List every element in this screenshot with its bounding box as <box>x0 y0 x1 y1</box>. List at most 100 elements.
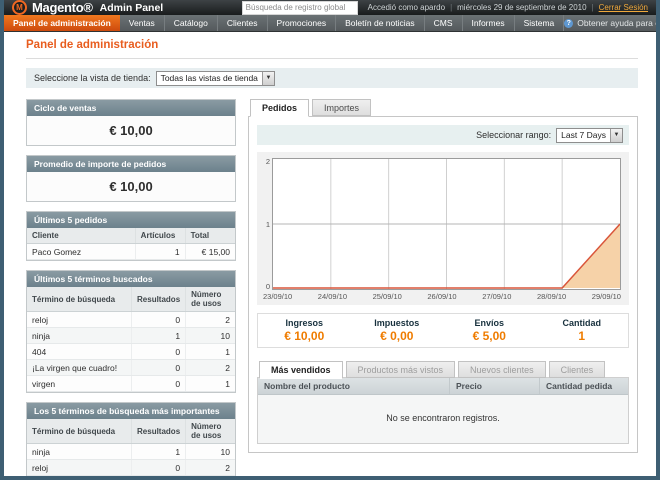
header-date: miércoles 29 de septiembre de 2010 <box>457 3 586 12</box>
tab-productos-mas-vistos[interactable]: Productos más vistos <box>346 361 456 378</box>
box-title: Ciclo de ventas <box>27 100 235 116</box>
total-label: Cantidad <box>536 318 629 328</box>
nav-sales[interactable]: Ventas <box>120 15 165 31</box>
store-view-value: Todas las vistas de tienda <box>157 73 262 83</box>
chart-x-axis: 23/09/1024/09/1025/09/1026/09/1027/09/10… <box>263 290 621 301</box>
nav-dashboard[interactable]: Panel de administración <box>4 15 120 31</box>
col-header: Cliente <box>27 228 135 244</box>
separator: | <box>450 3 452 12</box>
chevron-down-icon: ▼ <box>610 129 622 142</box>
cell-uses: 10 <box>186 444 235 460</box>
cell-results: 0 <box>132 360 186 376</box>
table-row[interactable]: virgen 0 1 <box>27 376 235 392</box>
cell-term: 404 <box>27 344 132 360</box>
logged-in-as: Accedió como apardo <box>368 3 445 12</box>
col-header: Número de usos <box>186 419 235 444</box>
total-value: € 5,00 <box>443 329 536 343</box>
empty-text: No se encontraron registros. <box>258 395 628 443</box>
total-revenue: Ingresos € 10,00 <box>258 318 351 343</box>
range-value: Last 7 Days <box>557 130 610 140</box>
y-tick-label: 0 <box>266 283 270 290</box>
cell-term: ¡La virgen que cuadro! <box>27 360 132 376</box>
table-row[interactable]: ¡La virgen que cuadro! 0 2 <box>27 476 235 477</box>
y-tick-label: 2 <box>266 158 270 165</box>
tab-importes[interactable]: Importes <box>312 99 371 116</box>
last-search-terms-box: Últimos 5 términos buscados Término de b… <box>26 270 236 393</box>
x-tick-label: 27/09/10 <box>482 292 511 301</box>
cell-results: 0 <box>132 460 186 476</box>
page-title: Panel de administración <box>26 39 638 59</box>
box-title: Los 5 términos de búsqueda más important… <box>27 403 235 419</box>
cell-results: 0 <box>132 344 186 360</box>
col-header: Precio <box>450 378 540 394</box>
cell-uses: 2 <box>186 476 235 477</box>
table-row[interactable]: 404 0 1 <box>27 344 235 360</box>
nav-system[interactable]: Sistema <box>515 15 565 31</box>
x-tick-label: 25/09/10 <box>373 292 402 301</box>
content-area: Panel de administración Seleccione la vi… <box>4 32 656 476</box>
total-label: Ingresos <box>258 318 351 328</box>
cell-results: 0 <box>132 376 186 392</box>
table-row[interactable]: ninja 1 10 <box>27 444 235 460</box>
grid-tabs: Más vendidos Productos más vistos Nuevos… <box>257 361 629 378</box>
range-select[interactable]: Last 7 Days ▼ <box>556 128 623 143</box>
col-header: Resultados <box>132 419 186 444</box>
tab-clientes[interactable]: Clientes <box>549 361 606 378</box>
last-orders-box: Últimos 5 pedidos Cliente Artículos Tota… <box>26 211 236 261</box>
cell-uses: 10 <box>186 328 235 344</box>
dashboard-panel: Seleccionar rango: Last 7 Days ▼ 210 23/… <box>248 116 638 453</box>
nav-reports[interactable]: Informes <box>463 15 515 31</box>
col-header: Total <box>185 228 235 244</box>
box-title: Últimos 5 pedidos <box>27 212 235 228</box>
global-search-input[interactable] <box>242 1 358 15</box>
header: M Magento® Admin Panel Accedió como apar… <box>4 0 656 15</box>
admin-page: M Magento® Admin Panel Accedió como apar… <box>4 0 656 476</box>
tab-nuevos-clientes[interactable]: Nuevos clientes <box>458 361 546 378</box>
table-row[interactable]: reloj 0 2 <box>27 460 235 476</box>
col-header: Nombre del producto <box>258 378 450 394</box>
totals-bar: Ingresos € 10,00 Impuestos € 0,00 Envíos… <box>257 313 629 348</box>
logout-link[interactable]: Cerrar Sesión <box>599 3 648 12</box>
nav-customers[interactable]: Clientes <box>218 15 268 31</box>
total-label: Envíos <box>443 318 536 328</box>
tab-mas-vendidos[interactable]: Más vendidos <box>259 361 343 379</box>
tab-pedidos[interactable]: Pedidos <box>250 99 309 117</box>
help-link[interactable]: ? Obtener ayuda para esta página <box>564 15 656 31</box>
x-tick-label: 23/09/10 <box>263 292 292 301</box>
nav-catalog[interactable]: Catálogo <box>165 15 218 31</box>
orders-chart: 210 23/09/1024/09/1025/09/1026/09/1027/0… <box>257 152 629 305</box>
store-view-select[interactable]: Todas las vistas de tienda ▼ <box>156 71 275 86</box>
average-orders-box: Promedio de importe de pedidos € 10,00 <box>26 155 236 202</box>
col-header: Artículos <box>135 228 185 244</box>
chart-y-axis: 210 <box>259 158 272 290</box>
cell-term: reloj <box>27 460 132 476</box>
x-tick-label: 29/09/10 <box>592 292 621 301</box>
cell-uses: 1 <box>186 376 235 392</box>
range-label: Seleccionar rango: <box>476 130 551 140</box>
cell-term: reloj <box>27 312 132 328</box>
cell-uses: 2 <box>186 312 235 328</box>
table-row[interactable]: reloj 0 2 <box>27 312 235 328</box>
total-quantity: Cantidad 1 <box>536 318 629 343</box>
top-search-terms-box: Los 5 términos de búsqueda más important… <box>26 402 236 476</box>
cell-results: 1 <box>132 328 186 344</box>
lifetime-sales-value: € 10,00 <box>27 116 235 145</box>
page-frame: M Magento® Admin Panel Accedió como apar… <box>0 0 660 480</box>
x-tick-label: 28/09/10 <box>537 292 566 301</box>
table-row[interactable]: Paco Gomez 1 € 15,00 <box>27 244 235 260</box>
cell-term: ninja <box>27 328 132 344</box>
table-row[interactable]: ninja 1 10 <box>27 328 235 344</box>
magento-logo: M Magento® Admin Panel <box>12 0 163 15</box>
cell-term: virgen <box>27 376 132 392</box>
magento-logo-icon: M <box>12 0 27 15</box>
help-link-label: Obtener ayuda para esta página <box>577 18 656 28</box>
average-orders-value: € 10,00 <box>27 172 235 201</box>
left-column: Ciclo de ventas € 10,00 Promedio de impo… <box>26 99 236 476</box>
products-grid: Nombre del producto Precio Cantidad pedi… <box>257 377 629 444</box>
nav-newsletter[interactable]: Boletín de noticias <box>336 15 424 31</box>
nav-promotions[interactable]: Promociones <box>268 15 337 31</box>
cell-uses: 2 <box>186 460 235 476</box>
col-header: Resultados <box>132 287 186 312</box>
nav-cms[interactable]: CMS <box>425 15 463 31</box>
table-row[interactable]: ¡La virgen que cuadro! 0 2 <box>27 360 235 376</box>
